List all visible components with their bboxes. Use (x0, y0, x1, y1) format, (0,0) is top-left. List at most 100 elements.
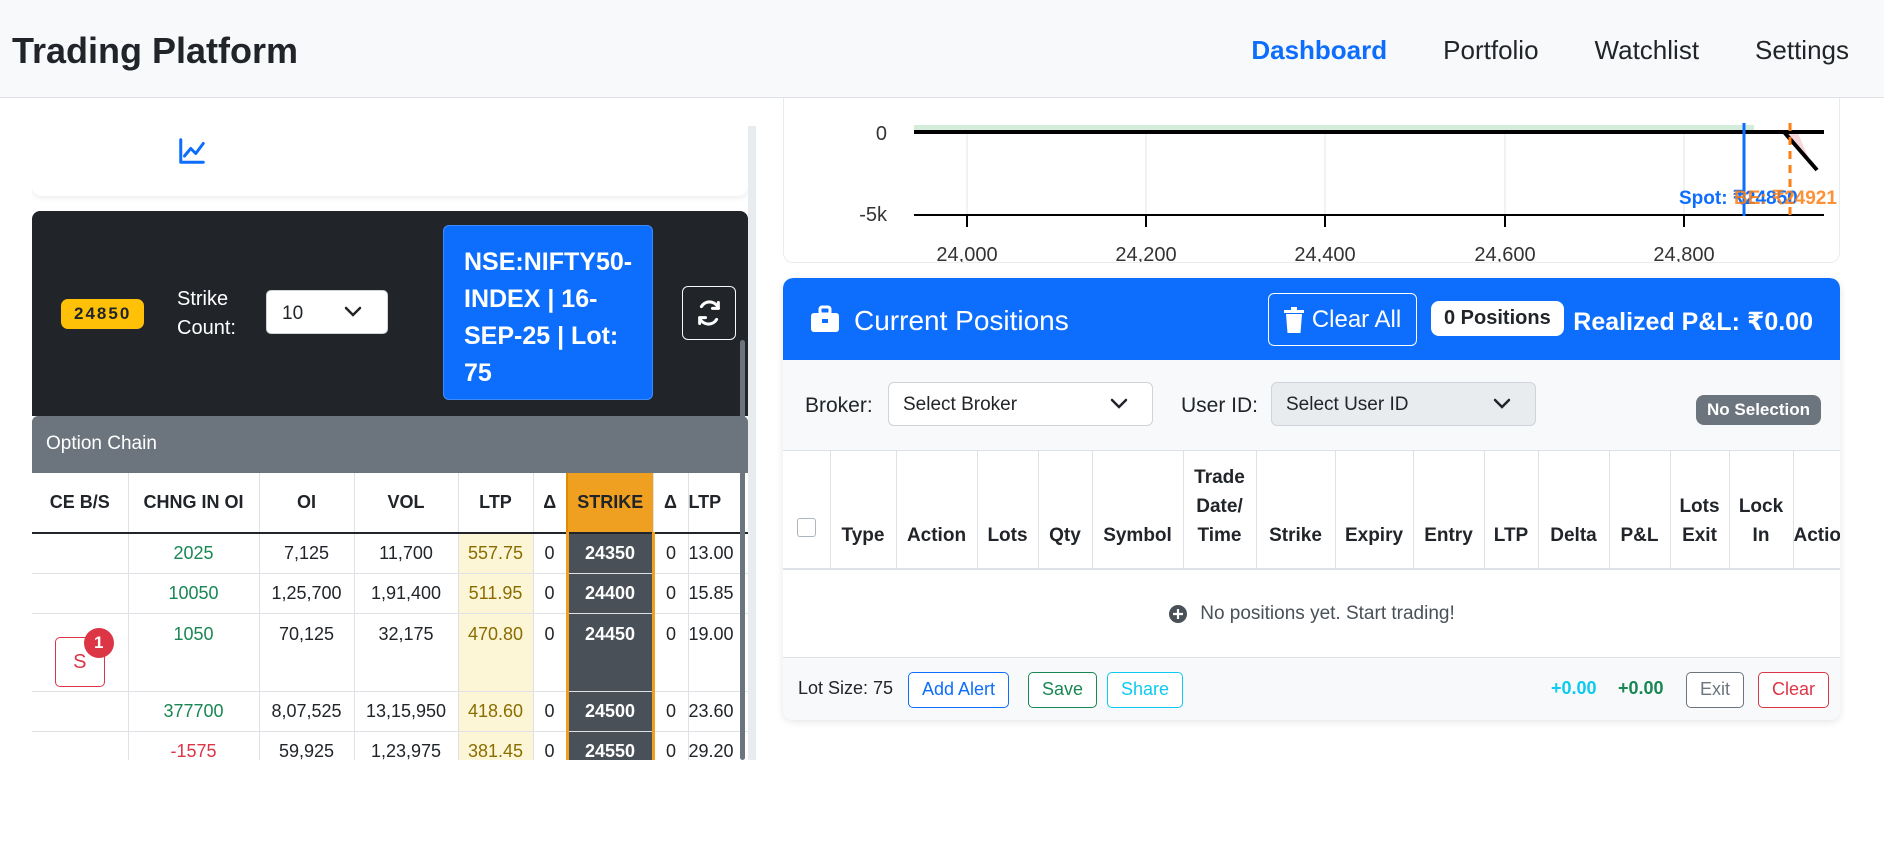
nav-watchlist[interactable]: Watchlist (1595, 35, 1700, 66)
nav-links: Dashboard Portfolio Watchlist Settings (1251, 35, 1849, 66)
delta-pe-cell: 0 (653, 573, 689, 614)
strike-count-value: 10 (282, 303, 304, 324)
oi-cell: 7,125 (259, 533, 355, 574)
ltp-cell[interactable]: 511.95 (458, 573, 534, 614)
vertical-scrollbar[interactable] (740, 340, 745, 760)
select-all-checkbox[interactable] (796, 517, 816, 537)
positions-title: Current Positions (854, 305, 1069, 336)
col-actions: Actions (1793, 450, 1840, 570)
empty-positions-text: No positions yet. Start trading! (1200, 602, 1455, 624)
col-oi: OI (259, 473, 355, 534)
brand-title[interactable]: Trading Platform (12, 30, 298, 72)
nav-portfolio[interactable]: Portfolio (1443, 35, 1538, 66)
spot-price-badge: 24850 (61, 299, 145, 329)
payoff-chart-card: 0 -5k 24,000 24,200 24,400 24,600 24,800… (783, 98, 1840, 263)
nav-settings[interactable]: Settings (1755, 35, 1849, 66)
chevron-down-icon (1493, 398, 1511, 409)
strike-cell: 24450 (565, 613, 655, 692)
total-value-2: +0.00 (1618, 678, 1664, 698)
x-tick-label: 24,400 (1294, 244, 1355, 263)
col-lots-exit: Lots Exit (1670, 450, 1730, 570)
nav-dashboard[interactable]: Dashboard (1251, 35, 1387, 66)
ce-bs-cell[interactable] (32, 533, 129, 574)
vol-cell: 11,700 (354, 533, 459, 574)
oi-cell: 59,925 (259, 731, 355, 760)
delta-cell: 0 (533, 573, 568, 614)
option-chain-header: Option Chain (32, 416, 748, 473)
ce-bs-cell[interactable] (32, 691, 129, 732)
x-tick-label: 24,000 (936, 244, 997, 263)
exit-button[interactable]: Exit (1686, 672, 1745, 708)
ltp-cell[interactable]: 470.80 (458, 613, 534, 692)
ltp-pe-cell[interactable]: 23.60 (688, 691, 748, 732)
col-ltp: LTP (1484, 450, 1539, 570)
chevron-down-icon (344, 306, 362, 317)
table-row[interactable]: 10050 1,25,700 1,91,400 511.95 0 24400 0… (32, 573, 748, 614)
oi-cell: 70,125 (259, 613, 355, 692)
ltp-pe-cell[interactable]: 13.00 (688, 533, 748, 574)
positions-table: Type Action Lots Qty Symbol Trade Date/ … (783, 450, 1840, 570)
table-row[interactable]: 377700 8,07,525 13,15,950 418.60 0 24500… (32, 691, 748, 732)
broker-label: Broker: (805, 394, 873, 417)
clear-all-button[interactable]: Clear All (1268, 293, 1417, 346)
chart-line-icon[interactable] (177, 136, 207, 166)
refresh-button[interactable] (682, 286, 736, 340)
chng-oi-cell: 10050 (128, 573, 260, 614)
table-row[interactable]: S 1 1050 70,125 32,175 470.80 0 24450 0 … (32, 613, 748, 692)
sell-button-label: S (73, 650, 87, 673)
vol-cell: 1,23,975 (354, 731, 459, 760)
col-ltp-pe: LTP (688, 473, 748, 534)
ltp-pe-cell[interactable]: 29.20 (688, 731, 748, 760)
positions-count-badge: 0 Positions (1431, 301, 1564, 336)
chart-grid (966, 128, 1685, 216)
strike-count-select[interactable]: 10 (266, 290, 388, 334)
ce-bs-cell[interactable]: S 1 (32, 613, 129, 692)
clear-button[interactable]: Clear (1758, 672, 1830, 708)
col-type: Type (830, 450, 897, 570)
select-all-cell[interactable] (783, 450, 831, 570)
chng-oi-cell: 377700 (128, 691, 260, 732)
positions-header-row: Type Action Lots Qty Symbol Trade Date/ … (783, 450, 1840, 570)
panel-divider[interactable] (748, 126, 756, 760)
strike-cell: 24400 (565, 573, 655, 614)
col-strike: STRIKE (566, 473, 654, 534)
ltp-cell[interactable]: 381.45 (458, 731, 534, 760)
ltp-cell[interactable]: 418.60 (458, 691, 534, 732)
vol-cell: 13,15,950 (354, 691, 459, 732)
table-row[interactable]: -1575 59,925 1,23,975 381.45 0 24550 0 2… (32, 731, 748, 760)
chng-oi-cell: 2025 (128, 533, 260, 574)
delta-cell: 0 (533, 691, 568, 732)
delta-cell: 0 (533, 533, 568, 574)
option-controls-panel: 24850 Strike Count: 10 NSE:NIFTY50-INDEX… (32, 211, 748, 416)
chng-oi-cell: -1575 (128, 731, 260, 760)
index-info-box: NSE:NIFTY50-INDEX | 16-SEP-25 | Lot: 75 (443, 225, 653, 400)
add-alert-button[interactable]: Add Alert (908, 672, 1010, 708)
share-button[interactable]: Share (1107, 672, 1184, 708)
col-delta: Δ (533, 473, 568, 534)
col-lots: Lots (977, 450, 1039, 570)
ce-bs-cell[interactable] (32, 731, 129, 760)
strike-cell: 24500 (565, 691, 655, 732)
realized-pnl: Realized P&L: ₹0.00 (1573, 308, 1813, 336)
col-lots-exit-label: Lots Exit (1679, 495, 1720, 546)
breakeven-label: BE: ₹24921 (1734, 188, 1837, 209)
user-id-select[interactable]: Select User ID (1271, 382, 1536, 426)
table-row[interactable]: 2025 7,125 11,700 557.75 0 24350 0 13.00 (32, 533, 748, 574)
col-trade-date-label: Trade Date/ Time (1194, 466, 1245, 546)
delta-cell: 0 (533, 731, 568, 760)
broker-select[interactable]: Select Broker (888, 382, 1153, 426)
chng-oi-cell: 1050 (128, 613, 260, 692)
sell-button[interactable]: S 1 (54, 627, 114, 687)
refresh-icon (698, 300, 720, 326)
x-ticks (966, 215, 1685, 227)
save-button[interactable]: Save (1028, 672, 1098, 708)
option-chain-table: CE B/S CHNG IN OI OI VOL LTP Δ STRIKE Δ … (32, 473, 748, 760)
ltp-cell[interactable]: 557.75 (458, 533, 534, 574)
user-id-select-value: Select User ID (1286, 394, 1409, 415)
ce-bs-cell[interactable] (32, 573, 129, 614)
col-delta-pe: Δ (653, 473, 689, 534)
x-tick-label: 24,800 (1653, 244, 1714, 263)
y-tick-label: 0 (876, 123, 887, 145)
ltp-pe-cell[interactable]: 15.85 (688, 573, 748, 614)
ltp-pe-cell[interactable]: 19.00 (688, 613, 748, 692)
